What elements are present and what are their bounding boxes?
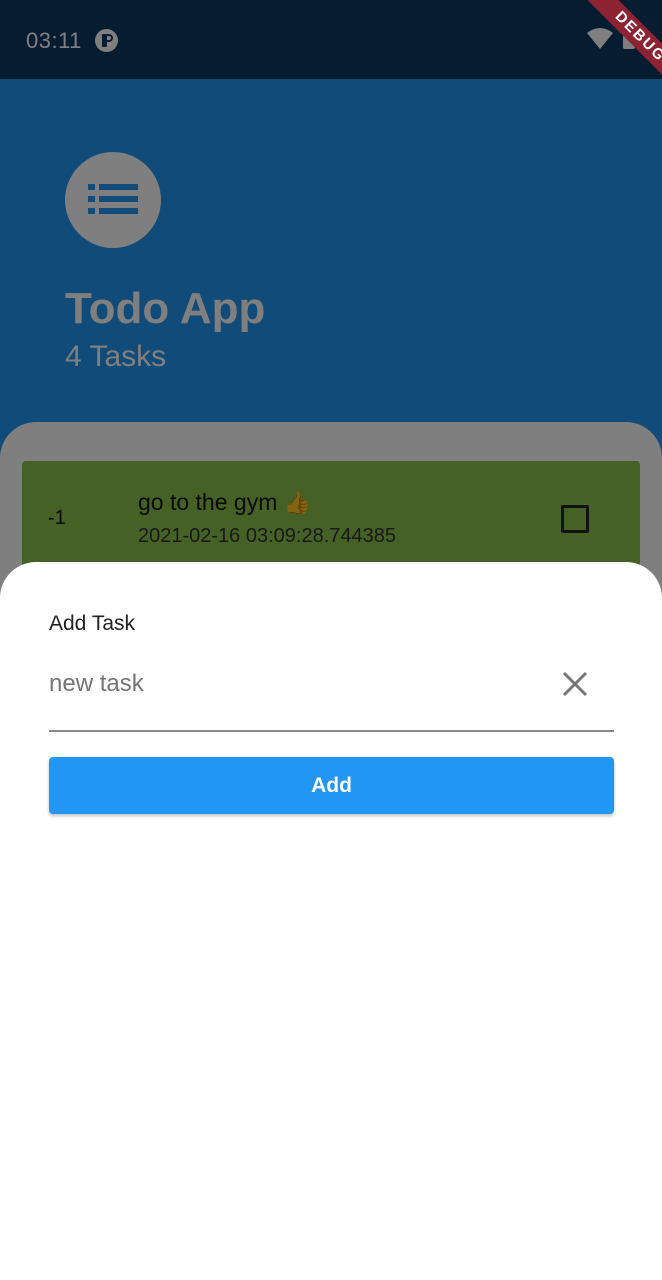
- sheet-title: Add Task: [49, 612, 135, 635]
- task-input-field: [49, 658, 614, 732]
- new-task-input[interactable]: [49, 658, 529, 710]
- add-task-sheet: Add Task Add: [0, 562, 662, 1280]
- app-screen: 03:11 Todo App 4 Tasks -1 go to the gym: [0, 0, 662, 1280]
- add-button[interactable]: Add: [49, 757, 614, 814]
- close-icon[interactable]: [559, 668, 591, 700]
